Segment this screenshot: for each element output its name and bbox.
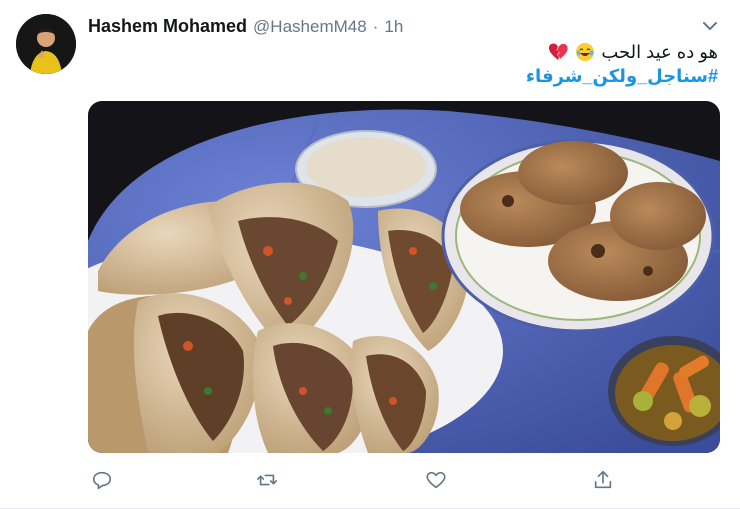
chevron-down-icon[interactable] [700,16,720,36]
timestamp[interactable]: 1h [384,17,403,37]
reply-icon[interactable] [88,466,116,494]
tweet-text: هو ده عيد الحب #سناجل_ولكن_شرفاء [118,40,718,88]
separator-dot: · [372,17,379,36]
heart-icon[interactable] [422,466,450,494]
tweet-actions [88,466,628,496]
broken-heart-icon [548,42,568,62]
tweet-header: Hashem Mohamed @HashemM48 · 1h [88,16,690,40]
tweet-photo[interactable] [88,101,720,453]
hashtag-link[interactable]: #سناجل_ولكن_شرفاء [526,66,718,86]
share-icon[interactable] [589,466,617,494]
face-with-tears-of-joy-icon [575,42,595,62]
author-name[interactable]: Hashem Mohamed [88,16,247,37]
tweet-text-line: هو ده عيد الحب [601,42,718,62]
author-handle[interactable]: @HashemM48 [253,17,367,37]
tweet-card: Hashem Mohamed @HashemM48 · 1h هو ده عيد… [0,0,740,509]
avatar[interactable] [16,14,76,74]
retweet-icon[interactable] [253,466,281,494]
